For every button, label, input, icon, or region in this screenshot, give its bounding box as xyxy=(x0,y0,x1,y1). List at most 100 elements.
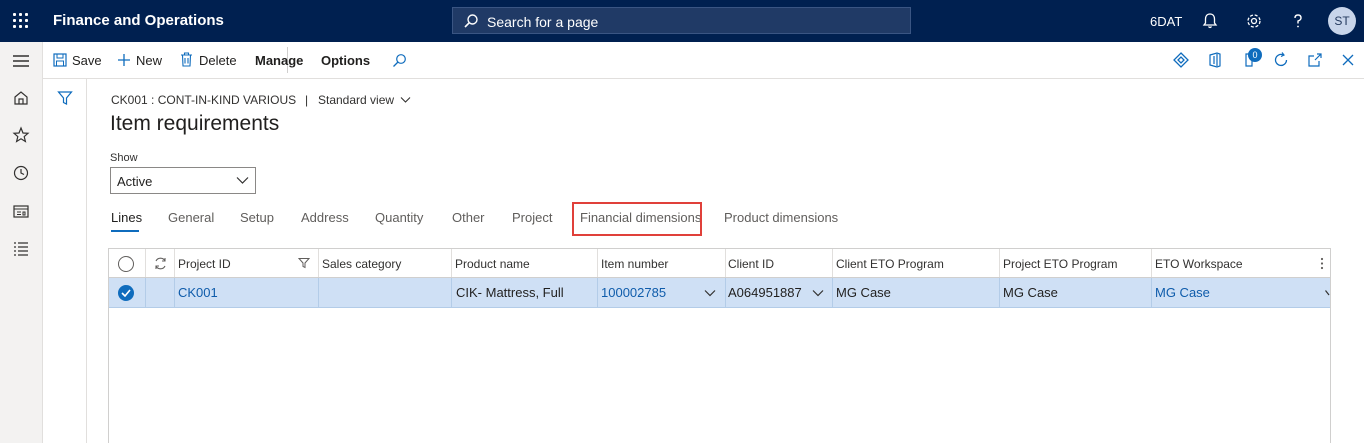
show-label: Show xyxy=(110,152,138,164)
home-icon[interactable] xyxy=(10,87,32,109)
tab-setup[interactable]: Setup xyxy=(240,210,274,225)
view-selector[interactable]: Standard view xyxy=(318,93,411,107)
save-button[interactable]: Save xyxy=(72,53,102,68)
cell-client-eto-program[interactable]: MG Case xyxy=(833,278,1000,307)
app-launcher-icon[interactable] xyxy=(13,13,29,29)
bell-icon[interactable] xyxy=(1200,11,1220,31)
view-label: Standard view xyxy=(318,93,395,107)
cell-item-number[interactable]: 100002785 xyxy=(598,278,726,307)
open-new-window-icon[interactable] xyxy=(1306,51,1324,69)
header-client-id[interactable]: Client ID xyxy=(726,249,833,277)
search-icon xyxy=(464,14,478,28)
table-row[interactable]: CK001 CIK- Mattress, Full 100002785 A064… xyxy=(109,278,1330,308)
header-label: Client ETO Program xyxy=(836,257,944,271)
header-label: Project ID xyxy=(178,257,231,271)
tab-product-dimensions[interactable]: Product dimensions xyxy=(724,210,838,225)
manage-tab[interactable]: Manage xyxy=(255,53,303,68)
tab-quantity[interactable]: Quantity xyxy=(375,210,423,225)
header-eto-workspace[interactable]: ETO Workspace xyxy=(1152,249,1330,277)
header-label: Client ID xyxy=(728,257,775,271)
search-icon[interactable] xyxy=(392,53,407,68)
plus-icon[interactable] xyxy=(117,53,131,67)
search-input[interactable]: Search for a page xyxy=(452,7,911,34)
options-tab[interactable]: Options xyxy=(321,53,370,68)
chevron-down-icon[interactable] xyxy=(1325,289,1330,297)
chevron-down-icon xyxy=(401,97,411,103)
tab-other[interactable]: Other xyxy=(452,210,485,225)
header-label: ETO Workspace xyxy=(1155,257,1243,271)
attachments-badge: 0 xyxy=(1248,48,1262,62)
eto-workspace-link[interactable]: MG Case xyxy=(1155,285,1210,300)
header-label: Project ETO Program xyxy=(1003,257,1118,271)
tab-general[interactable]: General xyxy=(168,210,214,225)
item-number-link[interactable]: 100002785 xyxy=(601,285,666,300)
company-picker[interactable]: 6DAT xyxy=(1150,14,1182,29)
show-dropdown[interactable]: Active xyxy=(110,167,256,194)
cell-product-name[interactable]: CIK- Mattress, Full xyxy=(452,278,598,307)
help-icon[interactable] xyxy=(1288,11,1308,31)
row-select-cell xyxy=(109,278,146,307)
caption-separator: | xyxy=(305,93,309,107)
new-button[interactable]: New xyxy=(136,53,162,68)
row-checkbox[interactable] xyxy=(118,285,134,301)
refresh-icon[interactable] xyxy=(153,256,168,271)
header-sales-category[interactable]: Sales category xyxy=(319,249,452,277)
project-eto-program-value: MG Case xyxy=(1003,285,1058,300)
show-value: Active xyxy=(117,174,153,189)
refresh-header-cell xyxy=(146,249,175,277)
app-title[interactable]: Finance and Operations xyxy=(53,12,224,29)
workspaces-icon[interactable] xyxy=(10,200,32,222)
power-apps-icon[interactable] xyxy=(1172,51,1190,69)
header-project-id[interactable]: Project ID xyxy=(175,249,319,277)
active-tab-indicator xyxy=(111,230,139,232)
header-product-name[interactable]: Product name xyxy=(452,249,598,277)
gear-icon[interactable] xyxy=(1244,11,1264,31)
search-placeholder: Search for a page xyxy=(487,14,599,30)
cell-sales-category[interactable] xyxy=(319,278,452,307)
cell-client-id[interactable]: A064951887 xyxy=(726,278,833,307)
tab-address[interactable]: Address xyxy=(301,210,349,225)
client-eto-program-value: MG Case xyxy=(836,285,891,300)
filter-pane xyxy=(43,79,87,443)
more-options-icon[interactable] xyxy=(1320,257,1324,270)
client-id-value: A064951887 xyxy=(728,285,802,300)
delete-button[interactable]: Delete xyxy=(199,53,237,68)
filter-icon[interactable] xyxy=(57,90,73,106)
refresh-icon[interactable] xyxy=(1272,51,1290,69)
lines-grid: Project ID Sales category Product name I… xyxy=(108,248,1331,443)
cell-project-id[interactable]: CK001 xyxy=(175,278,319,307)
column-filter-icon[interactable] xyxy=(298,257,310,269)
project-id-link[interactable]: CK001 xyxy=(178,285,218,300)
header-project-eto-program[interactable]: Project ETO Program xyxy=(1000,249,1152,277)
clock-icon[interactable] xyxy=(10,162,32,184)
main-content: CK001 : CONT-IN-KIND VARIOUS | Standard … xyxy=(87,79,1364,443)
checkmark-icon xyxy=(121,289,131,297)
modules-list-icon[interactable] xyxy=(10,237,32,259)
product-name-value: CIK- Mattress, Full xyxy=(456,285,564,300)
tab-project[interactable]: Project xyxy=(512,210,552,225)
close-icon[interactable] xyxy=(1339,51,1357,69)
page-title: Item requirements xyxy=(110,112,280,135)
top-bar: Finance and Operations Search for a page… xyxy=(0,0,1364,42)
hamburger-icon[interactable] xyxy=(10,50,32,72)
header-label: Product name xyxy=(455,257,530,271)
avatar[interactable]: ST xyxy=(1328,7,1356,35)
select-all-cell xyxy=(109,249,146,277)
office-icon[interactable] xyxy=(1206,51,1224,69)
cell-eto-workspace[interactable]: MG Case xyxy=(1152,278,1330,307)
header-item-number[interactable]: Item number xyxy=(598,249,726,277)
trash-icon[interactable] xyxy=(180,52,193,67)
select-all-checkbox[interactable] xyxy=(118,256,134,272)
row-refresh-cell xyxy=(146,278,175,307)
chevron-down-icon[interactable] xyxy=(812,289,824,297)
cell-project-eto-program[interactable]: MG Case xyxy=(1000,278,1152,307)
header-label: Sales category xyxy=(322,257,402,271)
navigation-rail xyxy=(0,42,43,443)
header-client-eto-program[interactable]: Client ETO Program xyxy=(833,249,1000,277)
star-icon[interactable] xyxy=(10,124,32,146)
page-caption: CK001 : CONT-IN-KIND VARIOUS xyxy=(111,93,297,107)
chevron-down-icon[interactable] xyxy=(704,289,716,297)
header-label: Item number xyxy=(601,257,669,271)
save-icon[interactable] xyxy=(53,53,67,67)
tab-lines[interactable]: Lines xyxy=(111,210,142,225)
